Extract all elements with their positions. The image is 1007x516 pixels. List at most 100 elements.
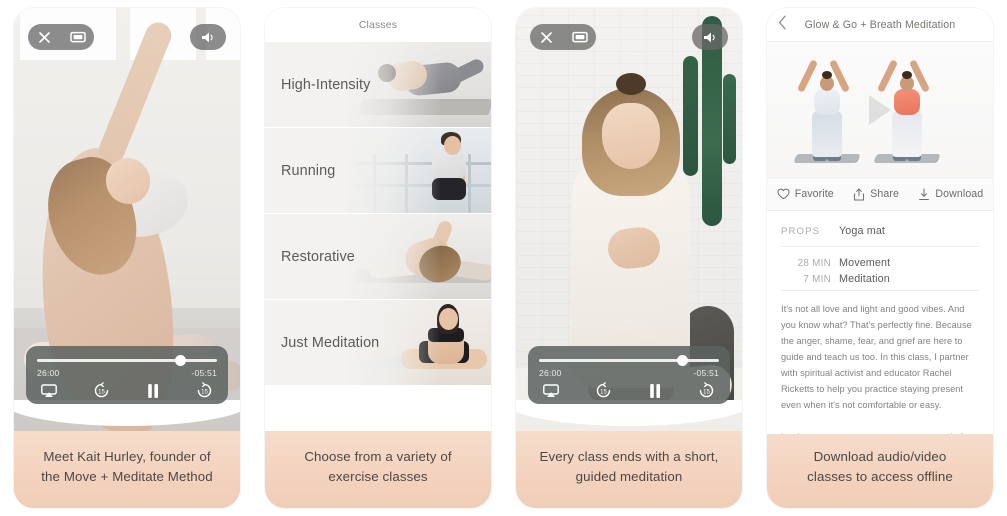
detail-header: Glow & Go + Breath Meditation [767, 8, 993, 42]
share-icon [854, 188, 865, 200]
remaining-time: -05:51 [693, 368, 719, 378]
rewind-15-icon: 15 [94, 382, 109, 398]
pause-icon [148, 383, 158, 398]
props-value: Yoga mat [839, 225, 886, 237]
rewind-15-icon: 15 [596, 382, 611, 398]
screenshot-panel-player-meditation: 26:00 -05:51 15 15 Every class ends with… [516, 8, 742, 508]
panel-caption: Download audio/video classes to access o… [767, 433, 993, 508]
left-control-group [28, 24, 94, 50]
fullscreen-button[interactable] [61, 24, 94, 50]
chevron-left-icon [778, 15, 786, 29]
list-item-running[interactable]: Running [265, 128, 491, 214]
caption-line-2: exercise classes [328, 469, 428, 485]
caption-line-1: Choose from a variety of [304, 448, 452, 464]
list-item-label: Restorative [281, 248, 355, 265]
back-button[interactable] [778, 15, 787, 35]
svg-text:15: 15 [201, 390, 208, 396]
meditation-label: Meditation [839, 273, 890, 285]
volume-button[interactable] [692, 24, 728, 50]
scrubber[interactable] [539, 355, 719, 367]
caption-line-1: Download audio/video [813, 448, 947, 464]
player-buttons: 15 15 [37, 382, 217, 399]
close-button[interactable] [530, 24, 563, 50]
panel-caption: Every class ends with a short, guided me… [516, 430, 742, 508]
download-label: Download [935, 188, 984, 200]
forward-15-icon: 15 [699, 382, 714, 398]
download-button[interactable]: Download [918, 187, 984, 201]
panel-caption: Meet Kait Hurley, founder of the Move + … [14, 430, 240, 508]
list-item-restorative[interactable]: Restorative [265, 214, 491, 300]
forward-15-button[interactable]: 15 [698, 382, 715, 399]
elapsed-time: 26:00 [37, 368, 60, 378]
player-timestamps: 26:00 -05:51 [37, 368, 217, 378]
panel-caption: Choose from a variety of exercise classe… [265, 430, 491, 508]
airplay-button[interactable] [543, 383, 559, 398]
screenshot-panel-class-detail: Glow & Go + Breath Meditation Favorite S… [767, 8, 993, 508]
class-metadata: PROPS Yoga mat 28 MIN Movement 7 MIN Med… [767, 211, 993, 291]
video-player-controls: 26:00 -05:51 15 15 [26, 346, 228, 404]
list-item-label: High-Intensity [281, 76, 371, 93]
video-top-controls [530, 24, 728, 50]
list-item-label: Just Meditation [281, 334, 380, 351]
download-icon [919, 187, 930, 200]
close-button[interactable] [28, 24, 61, 50]
meditation-duration: 7 MIN [803, 274, 831, 285]
class-actions: Favorite Share Download [767, 177, 993, 211]
heart-icon [777, 188, 790, 200]
app-store-screenshot-gallery: 26:00 -05:51 15 15 Meet Kait Hurley, fou… [0, 0, 1007, 516]
pause-icon [650, 383, 660, 398]
player-timestamps: 26:00 -05:51 [539, 368, 719, 378]
caption-line-1: Meet Kait Hurley, founder of [43, 448, 211, 464]
screen-icon [571, 31, 588, 43]
left-control-group [530, 24, 596, 50]
rewind-15-button[interactable]: 15 [93, 382, 110, 399]
movement-label: Movement [839, 257, 891, 269]
volume-button[interactable] [190, 24, 226, 50]
scrubber[interactable] [37, 355, 217, 367]
share-label: Share [870, 188, 899, 200]
video-screen: 26:00 -05:51 15 [516, 8, 742, 508]
list-item-just-meditation[interactable]: Just Meditation [265, 300, 491, 386]
video-player-controls: 26:00 -05:51 15 15 [528, 346, 730, 404]
duration-row-movement: 28 MIN Movement [781, 255, 979, 271]
svg-text:15: 15 [600, 390, 607, 396]
forward-15-button[interactable]: 15 [196, 382, 213, 399]
video-top-controls [28, 24, 226, 50]
caption-line-2: the Move + Meditate Method [41, 469, 213, 485]
props-row: PROPS Yoga mat [781, 221, 979, 246]
scrubber-track [539, 359, 719, 362]
player-buttons: 15 15 [539, 382, 719, 399]
divider [781, 246, 979, 247]
favorite-button[interactable]: Favorite [777, 188, 834, 200]
forward-15-icon: 15 [197, 382, 212, 398]
pause-button[interactable] [648, 383, 662, 399]
speaker-icon [201, 32, 213, 42]
duration-row-meditation: 7 MIN Meditation [781, 271, 979, 287]
play-icon [869, 94, 891, 125]
close-icon [39, 31, 50, 43]
airplay-button[interactable] [41, 383, 57, 398]
share-button[interactable]: Share [853, 188, 899, 201]
screen-icon [69, 31, 86, 43]
pause-button[interactable] [146, 383, 160, 399]
list-header-title: Classes [358, 19, 398, 31]
caption-line-2: classes to access offline [807, 469, 953, 485]
caption-line-2: guided meditation [575, 469, 683, 485]
close-icon [541, 31, 552, 43]
duration-block: 28 MIN Movement 7 MIN Meditation [781, 249, 979, 290]
props-key: PROPS [781, 226, 821, 237]
caption-line-1: Every class ends with a short, [539, 448, 719, 464]
list-item-label: Running [281, 162, 336, 179]
airplay-icon [41, 383, 57, 397]
list-item-high-intensity[interactable]: High-Intensity [265, 42, 491, 128]
rewind-15-button[interactable]: 15 [595, 382, 612, 399]
list-header: Classes [265, 8, 491, 42]
class-video-preview[interactable] [767, 42, 993, 177]
scrubber-knob[interactable] [174, 355, 186, 366]
screenshot-panel-player-intro: 26:00 -05:51 15 15 Meet Kait Hurley, fou… [14, 8, 240, 508]
scrubber-knob[interactable] [676, 355, 688, 366]
page-title: Glow & Go + Breath Meditation [804, 18, 956, 31]
fullscreen-button[interactable] [563, 24, 596, 50]
favorite-label: Favorite [794, 188, 834, 200]
svg-text:15: 15 [98, 390, 105, 396]
